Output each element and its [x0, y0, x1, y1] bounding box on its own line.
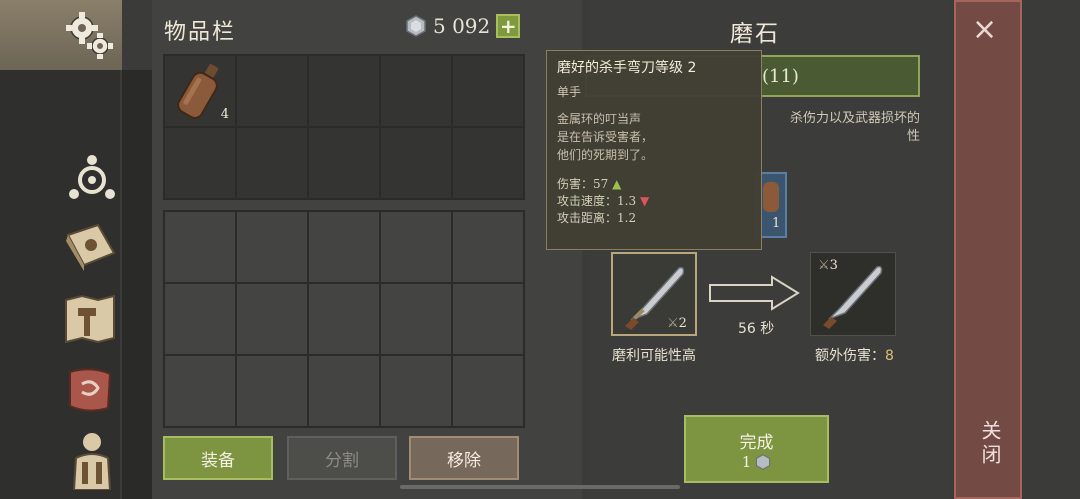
inventory-slot[interactable]: [381, 128, 451, 198]
inventory-slot[interactable]: [309, 56, 379, 126]
output-level: ⚔3: [818, 258, 838, 273]
inventory-slot[interactable]: [309, 284, 379, 354]
inventory-slot[interactable]: [165, 356, 235, 426]
triad-icon: [69, 155, 115, 199]
output-bonus: 额外伤害：8: [815, 348, 894, 364]
craft-time: 56 秒: [738, 321, 775, 337]
map-hammer-icon: [65, 294, 115, 344]
inventory-slot[interactable]: [381, 356, 451, 426]
item-quantity: 4: [220, 107, 229, 122]
coin-icon: [756, 453, 771, 470]
split-button[interactable]: 分割: [287, 436, 397, 480]
inventory-slot[interactable]: [453, 284, 523, 354]
material-quantity: 1: [772, 216, 781, 231]
remove-button[interactable]: 移除: [409, 436, 519, 480]
coin-icon: [406, 15, 426, 37]
character-icon: [72, 433, 112, 490]
sun-book-icon: [66, 223, 116, 271]
inventory-slot[interactable]: [381, 212, 451, 282]
close-icon[interactable]: ×: [972, 15, 997, 45]
inventory-slot[interactable]: [381, 284, 451, 354]
inventory-slot[interactable]: [453, 56, 523, 126]
gear-icon: [66, 12, 113, 59]
inventory-slot[interactable]: [309, 212, 379, 282]
inventory-slot[interactable]: [237, 356, 307, 426]
nav-craft[interactable]: [64, 150, 120, 206]
bottle-icon: [177, 64, 219, 119]
stat-damage: 伤害：57 ▲: [557, 177, 622, 191]
inventory-slot[interactable]: 4: [165, 56, 235, 126]
stat-speed: 攻击速度：1.3 ▼: [557, 194, 650, 208]
inventory-slot[interactable]: [237, 212, 307, 282]
inventory-slot[interactable]: [453, 128, 523, 198]
inventory-grid-locked: [163, 210, 525, 428]
settings-tab[interactable]: [0, 0, 122, 70]
inventory-slot[interactable]: [237, 284, 307, 354]
inventory-slot[interactable]: [165, 284, 235, 354]
inventory-slot[interactable]: [309, 128, 379, 198]
inventory-slot[interactable]: [237, 56, 307, 126]
bottle-icon: [763, 182, 779, 212]
recipe-count: (11): [762, 66, 799, 87]
inventory-slot[interactable]: [165, 128, 235, 198]
inventory-slot[interactable]: [165, 212, 235, 282]
scroll-indicator[interactable]: [400, 485, 680, 489]
tooltip-title: 磨好的杀手弯刀等级 2: [557, 60, 697, 76]
tooltip-subtitle: 单手: [557, 85, 582, 99]
nav-map[interactable]: [62, 292, 118, 348]
input-label: 磨利可能性高: [612, 348, 696, 364]
currency-display: 5 092 +: [405, 14, 521, 38]
equip-button[interactable]: 装备: [163, 436, 273, 480]
inventory-slot[interactable]: [381, 56, 451, 126]
inventory-slot[interactable]: [237, 128, 307, 198]
close-label[interactable]: 关闭: [975, 420, 1005, 468]
item-tooltip: 磨好的杀手弯刀等级 2 单手 金属环的叮当声 是在告诉受害者， 他们的死期到了。…: [546, 50, 762, 250]
scroll-icon: [69, 368, 112, 412]
crafting-title: 磨石: [730, 21, 780, 47]
currency-value: 5 092: [433, 14, 491, 38]
inventory-title: 物品栏: [164, 20, 237, 45]
sword-icon: ⚔: [818, 258, 830, 273]
inventory-slot[interactable]: [453, 212, 523, 282]
finish-button[interactable]: 完成 1: [684, 415, 829, 483]
nav-book[interactable]: [62, 220, 118, 276]
arrow-right-icon: [709, 275, 800, 311]
inventory-slot[interactable]: [453, 356, 523, 426]
nav-character[interactable]: [64, 432, 120, 490]
sword-icon: ⚔: [667, 316, 679, 331]
add-currency-button[interactable]: +: [496, 14, 521, 38]
inventory-slot[interactable]: [309, 356, 379, 426]
tooltip-flavor: 金属环的叮当声 是在告诉受害者， 他们的死期到了。: [557, 112, 654, 162]
input-level: ⚔2: [667, 316, 687, 331]
inventory-grid: 4: [163, 54, 525, 200]
rail-divider: [122, 70, 152, 499]
tooltip-stats: 伤害：57 ▲ 攻击速度：1.3 ▼ 攻击距离：1.2: [557, 176, 751, 227]
nav-scroll[interactable]: [62, 362, 118, 418]
stat-range: 攻击距离：1.2: [557, 211, 637, 225]
